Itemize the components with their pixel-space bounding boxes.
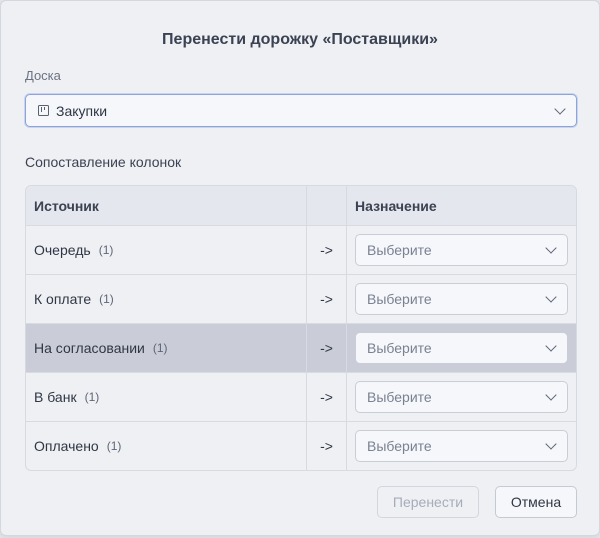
dialog-title: Перенести дорожку «Поставщики» bbox=[162, 31, 438, 48]
destination-placeholder: Выберите bbox=[367, 242, 432, 258]
destination-select[interactable]: Выберите bbox=[355, 430, 568, 462]
chevron-down-icon bbox=[545, 389, 557, 401]
source-column-name: В банк bbox=[34, 389, 77, 405]
chevron-down-icon bbox=[545, 242, 557, 254]
header-source: Источник bbox=[34, 197, 99, 214]
source-column-name: На согласовании bbox=[34, 340, 145, 356]
source-card-count: (1) bbox=[152, 341, 168, 355]
chevron-down-icon bbox=[554, 102, 566, 115]
cancel-button[interactable]: Отмена bbox=[495, 486, 577, 518]
destination-placeholder: Выберите bbox=[367, 291, 432, 307]
destination-placeholder: Выберите bbox=[367, 389, 432, 405]
table-row: Очередь (1) -> Выберите bbox=[26, 225, 576, 274]
table-row: На согласовании (1) -> Выберите bbox=[26, 323, 576, 372]
board-icon bbox=[38, 105, 49, 116]
source-column-name: Оплачено bbox=[34, 438, 99, 454]
source-card-count: (1) bbox=[84, 390, 100, 404]
source-card-count: (1) bbox=[106, 439, 122, 453]
arrow-label: -> bbox=[320, 389, 333, 405]
source-card-count: (1) bbox=[99, 292, 114, 306]
table-row: В банк (1) -> Выберите bbox=[26, 372, 576, 421]
destination-placeholder: Выберите bbox=[367, 438, 432, 454]
chevron-down-icon bbox=[545, 340, 557, 352]
arrow-label: -> bbox=[320, 438, 333, 454]
move-button[interactable]: Перенести bbox=[377, 486, 479, 518]
header-destination: Назначение bbox=[355, 197, 437, 214]
arrow-label: -> bbox=[320, 242, 333, 258]
table-row: К оплате (1) -> Выберите bbox=[26, 274, 576, 323]
destination-select[interactable]: Выберите bbox=[355, 234, 568, 266]
destination-placeholder: Выберите bbox=[367, 340, 432, 356]
chevron-down-icon bbox=[545, 291, 557, 303]
chevron-down-icon bbox=[545, 438, 557, 450]
source-column-name: К оплате bbox=[34, 291, 92, 307]
board-select[interactable]: Закупки bbox=[25, 94, 577, 127]
column-mapping-label: Сопоставление колонок bbox=[25, 154, 182, 170]
destination-select[interactable]: Выберите bbox=[355, 283, 568, 315]
table-header-row: Источник Назначение bbox=[26, 186, 576, 225]
board-select-value: Закупки bbox=[56, 102, 108, 119]
destination-select[interactable]: Выберите bbox=[355, 332, 568, 364]
move-lane-dialog: Перенести дорожку «Поставщики» Доска Зак… bbox=[0, 0, 600, 536]
arrow-label: -> bbox=[320, 291, 333, 307]
column-mapping-table: Источник Назначение Очередь (1) -> Выбер… bbox=[25, 185, 577, 471]
source-column-name: Очередь bbox=[34, 242, 91, 258]
table-row: Оплачено (1) -> Выберите bbox=[26, 421, 576, 470]
destination-select[interactable]: Выберите bbox=[355, 381, 568, 413]
source-card-count: (1) bbox=[98, 243, 114, 257]
arrow-label: -> bbox=[320, 340, 333, 356]
board-label: Доска bbox=[25, 68, 61, 83]
